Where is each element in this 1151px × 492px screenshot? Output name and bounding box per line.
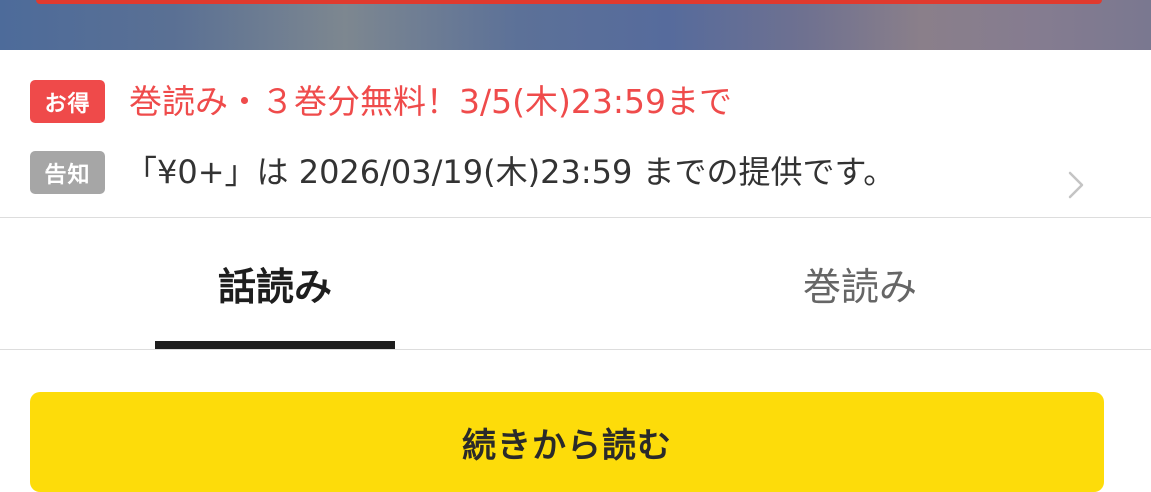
chevron-right-icon: [1068, 171, 1084, 199]
continue-reading-label: 続きから読む: [462, 426, 672, 466]
notice-panel[interactable]: お得 巻読み・３巻分無料！3/5(木)23:59まで 告知 「¥0+」は 202…: [0, 50, 1151, 218]
info-text: 「¥0+」は 2026/03/19(木)23:59 までの提供です。: [125, 153, 896, 191]
info-badge: 告知: [30, 151, 105, 194]
active-tab-indicator: [155, 341, 395, 349]
deal-text: 巻読み・３巻分無料！3/5(木)23:59まで: [129, 82, 732, 121]
info-row: 告知 「¥0+」は 2026/03/19(木)23:59 までの提供です。: [30, 151, 895, 194]
deal-badge: お得: [30, 80, 105, 123]
banner-accent-line: [36, 0, 1102, 4]
tab-episode-reading[interactable]: 話読み: [155, 218, 395, 349]
tab-volume-reading[interactable]: 巻読み: [740, 218, 980, 349]
reading-mode-tabs: 話読み 巻読み: [0, 218, 1151, 350]
top-banner[interactable]: [0, 0, 1151, 50]
continue-reading-button[interactable]: 続きから読む: [30, 392, 1104, 492]
deal-row: お得 巻読み・３巻分無料！3/5(木)23:59まで: [30, 80, 732, 123]
